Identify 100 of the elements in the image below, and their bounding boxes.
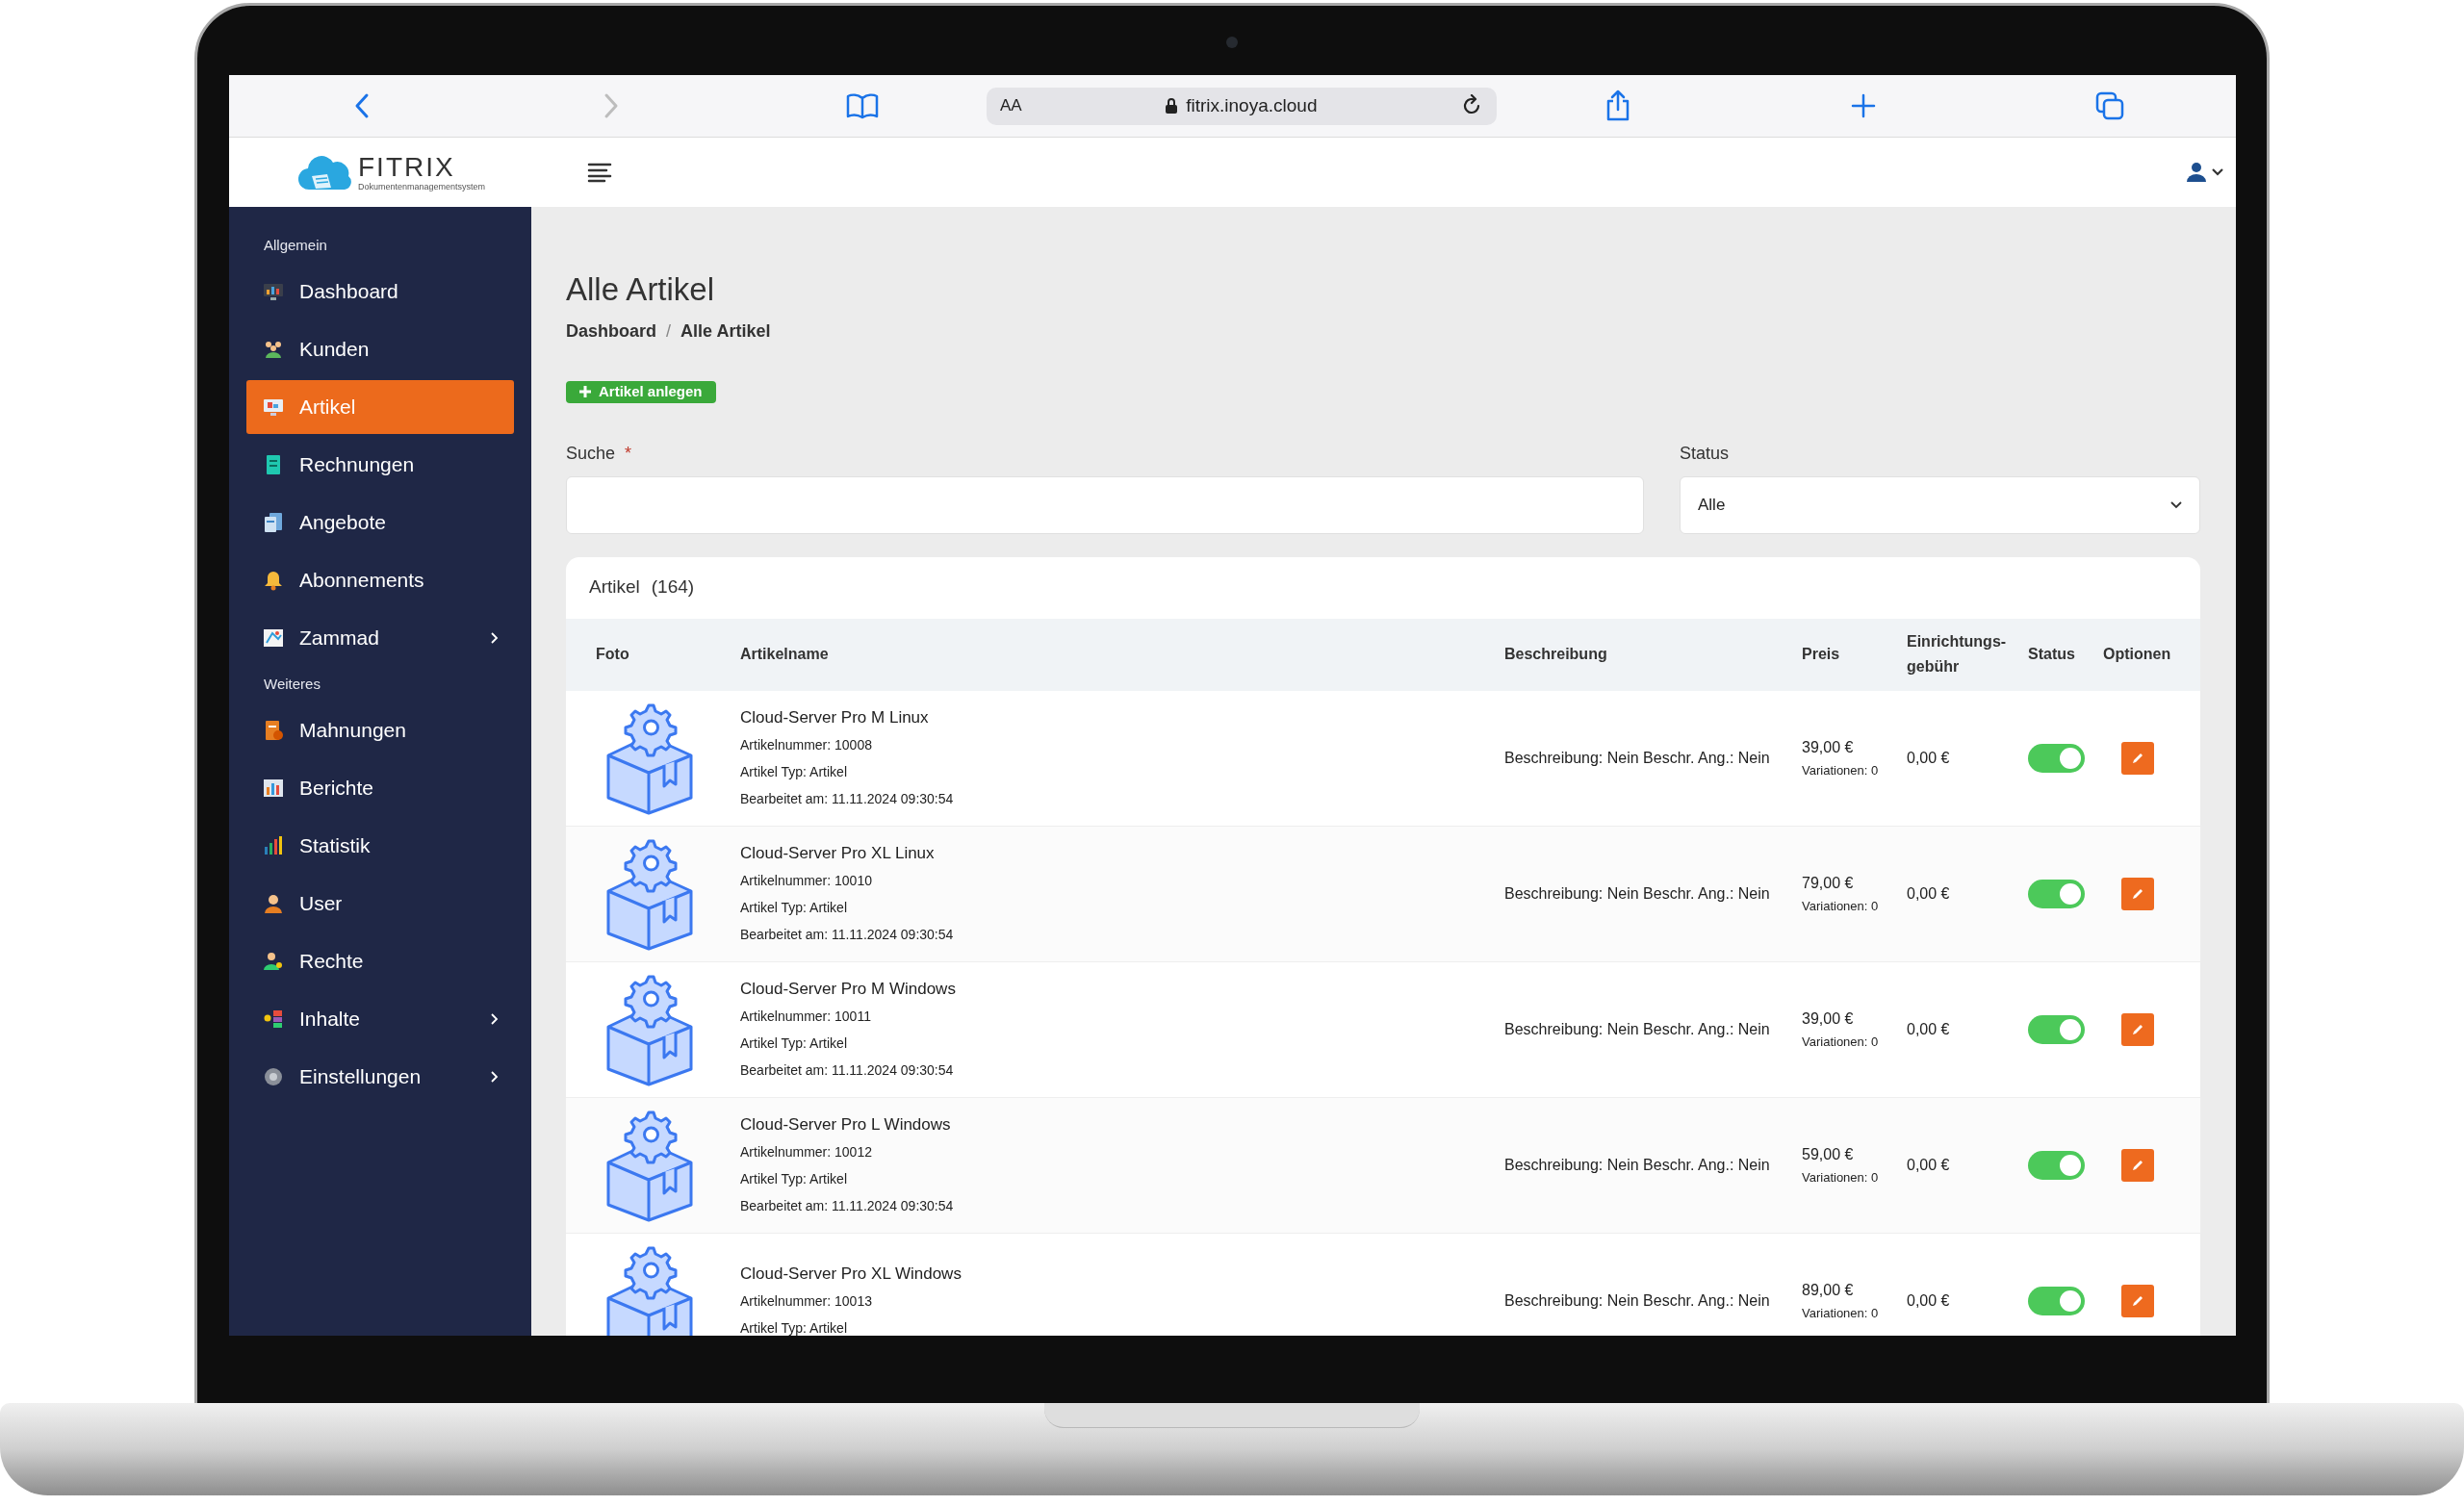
article-detail: Artikel Typ: Artikel [740,763,848,781]
address-text: fitrix.inoya.cloud [1186,93,1318,117]
person-icon [263,893,284,914]
price-text: 59,00 € [1802,1145,1855,1164]
search-field[interactable] [566,475,1644,534]
box-gear-icon [604,973,696,1086]
article-detail: Bearbeitet am: 11.11.2024 09:30:54 [740,1061,955,1080]
column-header: Optionen [2103,645,2172,664]
status-toggle[interactable] [2028,744,2085,773]
article-detail: Artikelnummer: 10010 [740,872,873,890]
status-toggle[interactable] [2028,1151,2085,1180]
article-detail: Bearbeitet am: 11.11.2024 09:30:54 [740,790,955,808]
article-name[interactable]: Cloud-Server Pro L Windows [740,1111,1504,1138]
sidebar-item[interactable]: Mahnungen [246,703,514,757]
pencil-icon [2131,1159,2144,1172]
people-icon [263,339,284,360]
edit-button[interactable] [2121,742,2154,775]
bell-icon [263,570,284,591]
table-cell-text: 0,00 € [1907,1020,1951,1039]
edit-button[interactable] [2121,878,2154,910]
edit-button[interactable] [2121,1013,2154,1046]
breadcrumb-link[interactable]: Dashboard [566,319,657,345]
article-count: (164) [651,575,695,600]
sidebar-item[interactable]: Inhalte [246,992,514,1046]
logo-subtitle: Dokumentenmanagementsystem [358,182,486,191]
pencil-icon [2131,1023,2144,1036]
column-header: Status [2028,645,2076,664]
card-title: Artikel [589,575,640,600]
table-cell-text: Beschreibung: Nein Beschr. Ang.: Nein [1504,1020,1771,1039]
table-cell-text: Beschreibung: Nein Beschr. Ang.: Nein [1504,749,1771,768]
article-name[interactable]: Cloud-Server Pro M Windows [740,976,1504,1003]
article-detail: Bearbeitet am: 11.11.2024 09:30:54 [740,1197,955,1215]
address-bar[interactable]: AA fitrix.inoya.cloud [987,87,1497,125]
documents-icon [263,512,284,533]
sidebar-item[interactable]: Berichte [246,761,514,815]
sidebar-item[interactable]: Angebote [246,496,514,549]
sidebar-item[interactable]: Rechnungen [246,438,514,492]
column-header: Einrichtungs- gebühr [1907,632,2008,676]
column-header: Beschreibung [1504,645,1608,664]
column-header: Preis [1802,645,1841,664]
article-name[interactable]: Cloud-Server Pro M Linux [740,704,1504,731]
sidebar-item[interactable]: Rechte [246,934,514,988]
article-detail: Artikelnummer: 10008 [740,736,873,754]
bar-chart-icon [263,835,284,856]
box-gear-icon [604,837,696,951]
section-heading: Allgemein [263,235,328,255]
article-detail: Artikel Typ: Artikel [740,1170,848,1188]
article-detail: Artikel Typ: Artikel [740,899,848,917]
sidebar-item[interactable]: Kunden [246,322,514,376]
status-toggle[interactable] [2028,1015,2085,1044]
variations-text: Variationen: 0 [1802,1305,1880,1322]
status-select[interactable]: Alle [1680,475,2200,534]
sidebar-item[interactable]: Statistik [246,819,514,873]
article-detail: Artikel Typ: Artikel [740,1034,848,1053]
table-cell-text: 0,00 € [1907,749,1951,768]
chevron-down-icon [2170,500,2182,509]
edit-button[interactable] [2121,1285,2154,1317]
monitor-icon [263,396,284,418]
article-name[interactable]: Cloud-Server Pro XL Linux [740,840,1504,867]
tabs-icon[interactable] [2095,91,2124,120]
share-icon[interactable] [1604,89,1631,122]
table-cell-text: Beschreibung: Nein Beschr. Ang.: Nein [1504,1156,1771,1175]
column-header: Artikelname [740,645,830,664]
document-icon [263,720,284,741]
variations-text: Variationen: 0 [1802,898,1880,915]
pencil-icon [2131,752,2144,765]
status-toggle[interactable] [2028,880,2085,908]
table-cell-text: 0,00 € [1907,884,1951,904]
breadcrumb-current: Alle Artikel [680,320,771,343]
page-title: Alle Artikel [566,270,716,309]
sidebar-item[interactable]: Abonnements [246,553,514,607]
pencil-icon [2131,1294,2144,1308]
chevron-down-icon[interactable] [2211,167,2224,177]
sidebar-item[interactable]: User [246,877,514,931]
menu-icon[interactable] [587,162,613,183]
sidebar-item[interactable]: Dashboard [246,265,514,319]
section-heading: Weiteres [263,674,321,694]
table-cell-text: 0,00 € [1907,1156,1951,1175]
price-text: 39,00 € [1802,738,1855,757]
sidebar-item[interactable]: Einstellungen [246,1050,514,1104]
variations-text: Variationen: 0 [1802,762,1880,779]
status-label: Status [1680,443,1730,465]
sidebar-item[interactable]: Zammad [246,611,514,665]
edit-button[interactable] [2121,1149,2154,1182]
plus-icon[interactable] [1851,93,1876,118]
book-icon[interactable] [846,92,879,119]
article-detail: Bearbeitet am: 11.11.2024 09:30:54 [740,926,955,944]
gear-icon [263,1066,284,1087]
column-header: Foto [595,645,630,664]
required-mark: * [625,443,632,465]
reader-button[interactable]: AA [1000,93,1022,118]
table-cell-text: 0,00 € [1907,1291,1951,1311]
logo-text: FITRIX [358,153,456,181]
user-icon[interactable] [2186,162,2207,183]
status-toggle[interactable] [2028,1287,2085,1315]
table-cell-text: Beschreibung: Nein Beschr. Ang.: Nein [1504,884,1771,904]
box-gear-icon [604,1109,696,1222]
article-name[interactable]: Cloud-Server Pro XL Windows [740,1261,1504,1288]
article-detail: Artikelnummer: 10013 [740,1292,873,1311]
plus-icon [579,386,591,398]
